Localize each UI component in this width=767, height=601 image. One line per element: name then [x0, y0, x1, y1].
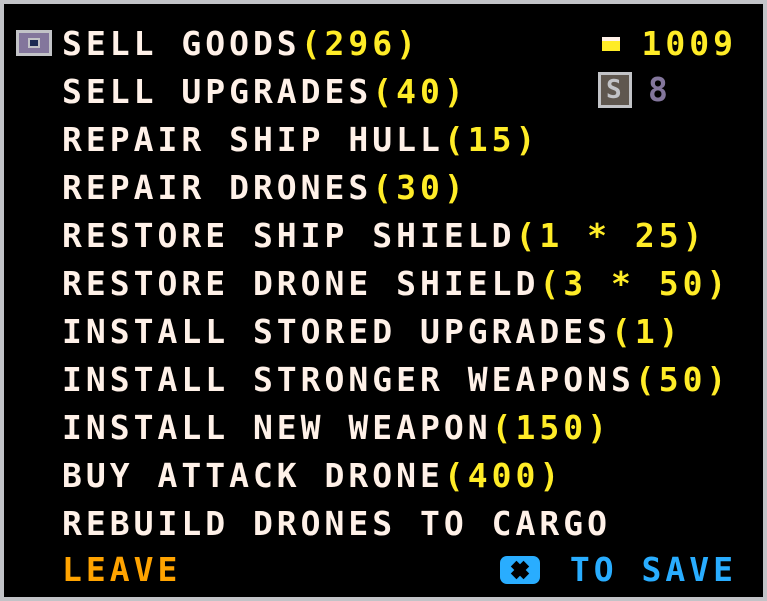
menu-item-cost: (3 * 50)	[539, 264, 731, 303]
menu-item-rebuild-drones-to-cargo[interactable]: REBUILD DRONES TO CARGO	[62, 504, 611, 544]
menu-item-restore-ship-shield[interactable]: RESTORE SHIP SHIELD(1 * 25)	[62, 216, 706, 256]
x-button-icon	[499, 556, 540, 584]
menu-item-label: BUY ATTACK DRONE	[62, 456, 444, 495]
menu-item-label: REPAIR DRONES	[62, 168, 373, 207]
menu-item-cost: (50)	[634, 360, 731, 399]
menu-item-restore-drone-shield[interactable]: RESTORE DRONE SHIELD(3 * 50)	[62, 264, 730, 304]
menu-item-cost: (150)	[491, 408, 611, 447]
menu-item-label: INSTALL NEW WEAPON	[62, 408, 492, 447]
menu-item-cost: (40)	[372, 72, 468, 111]
save-hint[interactable]: TO SAVE	[499, 550, 737, 590]
menu-item-cost: (15)	[443, 120, 540, 159]
selection-cursor-icon	[16, 30, 52, 56]
menu-item-label: RESTORE SHIP SHIELD	[62, 216, 516, 255]
menu-item-cost: (1)	[610, 312, 683, 351]
leave-button[interactable]: LEAVE	[62, 550, 181, 590]
menu-item-cost: (400)	[443, 456, 564, 495]
menu-item-label: REBUILD DRONES TO CARGO	[62, 504, 611, 543]
upgrade-count-value: 8	[648, 70, 672, 109]
menu-item-install-stored-upgrades[interactable]: INSTALL STORED UPGRADES(1)	[62, 312, 683, 352]
menu-item-repair-ship-hull[interactable]: REPAIR SHIP HULL(15)	[62, 120, 539, 160]
menu-item-label: INSTALL STORED UPGRADES	[62, 312, 611, 351]
upgrade-chip-icon	[598, 72, 632, 108]
menu-item-label: INSTALL STRONGER WEAPONS	[62, 360, 635, 399]
menu-item-label: SELL UPGRADES	[62, 72, 373, 111]
upgrade-count-display: 8	[598, 70, 672, 110]
save-label: TO SAVE	[569, 550, 737, 589]
menu-item-install-stronger-weapons[interactable]: INSTALL STRONGER WEAPONS(50)	[62, 360, 730, 400]
menu-item-sell-upgrades[interactable]: SELL UPGRADES(40)	[62, 72, 468, 112]
menu-item-repair-drones[interactable]: REPAIR DRONES(30)	[62, 168, 468, 208]
money-display: 1009	[601, 24, 737, 64]
menu-item-sell-goods[interactable]: SELL GOODS(296)	[62, 24, 420, 64]
coin-icon	[601, 37, 620, 51]
menu-item-cost: (30)	[372, 168, 468, 207]
menu-item-install-new-weapon[interactable]: INSTALL NEW WEAPON(150)	[62, 408, 611, 448]
shop-menu-screen: SELL GOODS(296) SELL UPGRADES(40) REPAIR…	[0, 0, 767, 601]
money-value: 1009	[641, 24, 737, 63]
menu-item-label: SELL GOODS	[62, 24, 301, 63]
menu-item-cost: (1 * 25)	[515, 216, 707, 255]
menu-item-buy-attack-drone[interactable]: BUY ATTACK DRONE(400)	[62, 456, 563, 496]
menu-item-label: REPAIR SHIP HULL	[62, 120, 444, 159]
menu-item-cost: (296)	[300, 24, 421, 63]
menu-item-label: RESTORE DRONE SHIELD	[62, 264, 540, 303]
